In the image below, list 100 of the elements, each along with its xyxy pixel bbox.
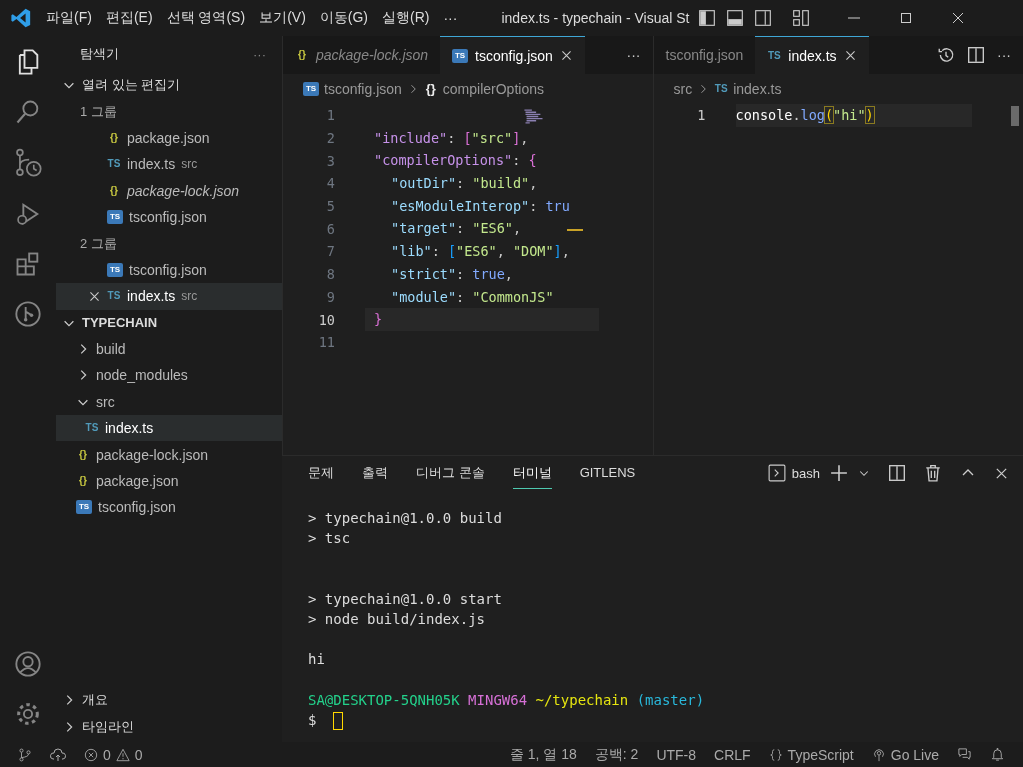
menu-item[interactable]: 선택 영역(S) — [166, 9, 246, 27]
open-editors-header[interactable]: 열려 있는 편집기 — [56, 72, 282, 99]
folder-item[interactable]: node_modules — [56, 362, 282, 389]
source-control-icon[interactable] — [13, 148, 43, 178]
code-line: "strict": true, — [390, 264, 513, 284]
open-editor-item[interactable]: {} package.json — [56, 124, 282, 152]
folder-item[interactable]: src — [56, 388, 282, 416]
editor-tab[interactable]: TS index.ts — [755, 36, 869, 74]
line-number: 5 — [325, 198, 336, 215]
add-icon[interactable] — [830, 464, 848, 482]
panel-toggle-icon[interactable] — [725, 9, 744, 27]
broadcast-icon — [871, 747, 886, 762]
open-editor-item[interactable]: {} package-lock.json — [56, 177, 282, 204]
account-icon[interactable] — [14, 650, 42, 678]
line-number: 4 — [325, 175, 336, 192]
feedback-icon[interactable] — [957, 747, 972, 762]
breadcrumb-icon: TS — [303, 82, 319, 96]
section-header[interactable]: 타임라인 — [56, 713, 282, 740]
layout-icon[interactable] — [791, 9, 810, 27]
settings-icon[interactable] — [14, 700, 42, 728]
line-number: 11 — [317, 334, 336, 351]
prompt-text: SA@DESKTOP-5QNH05K — [308, 691, 460, 708]
folder-item[interactable]: build — [56, 335, 282, 363]
file-item[interactable]: TS index.ts — [56, 415, 282, 442]
file-item[interactable]: {} package-lock.json — [56, 441, 282, 468]
section-header[interactable]: 개요 — [56, 687, 282, 714]
status-item[interactable]: CRLF — [714, 746, 751, 763]
problems-status[interactable]: 0 0 — [84, 746, 143, 763]
status-item[interactable]: 공백: 2 — [594, 745, 639, 764]
panel-tab[interactable]: 터미널 — [512, 457, 552, 489]
prompt-text: MINGW64 — [468, 691, 528, 708]
branch-icon[interactable] — [18, 747, 32, 762]
line-number: 1 — [325, 107, 336, 124]
file-item[interactable]: {} package.json — [56, 467, 282, 495]
cloud-upload-icon[interactable] — [50, 746, 66, 763]
close-icon[interactable] — [559, 49, 573, 62]
line-number: 9 — [325, 288, 336, 305]
prompt-text: (master) — [636, 691, 705, 708]
file-item[interactable]: TS tsconfig.json — [56, 494, 282, 521]
minimap-drawing — [523, 108, 545, 125]
editor-tab[interactable]: {} package-lock.json — [283, 36, 441, 74]
code-line: "target": "ES6", — [390, 219, 522, 239]
line-number: 6 — [325, 220, 336, 237]
split-layout-icon[interactable] — [753, 9, 772, 27]
bell-icon[interactable] — [990, 747, 1005, 762]
editor-tab[interactable]: tsconfig.json — [653, 36, 756, 74]
open-editor-item[interactable]: TS tsconfig.json — [56, 256, 282, 284]
project-header[interactable]: TYPECHAIN — [56, 309, 282, 336]
line-number: 10 — [317, 311, 336, 328]
overview-marker — [567, 229, 583, 231]
open-editor-item[interactable]: TS tsconfig.json — [56, 203, 282, 231]
menu-item[interactable]: 이동(G) — [319, 9, 368, 27]
status-item[interactable]: 줄 1, 열 18 — [509, 745, 577, 764]
language-mode[interactable]: TypeScript — [768, 746, 854, 763]
breadcrumb[interactable]: index.ts — [733, 81, 782, 97]
terminal-line: > typechain@1.0.0 build — [308, 509, 503, 528]
breadcrumb-icon: {} — [423, 82, 438, 96]
menu-item[interactable]: 편집(E) — [105, 9, 153, 27]
menu-item[interactable]: 보기(V) — [259, 9, 306, 27]
editor-tab[interactable]: TS tsconfig.json — [440, 36, 585, 74]
app-logo-icon — [10, 7, 32, 29]
close-icon[interactable] — [843, 49, 857, 62]
menu-item[interactable]: ··· — [443, 10, 458, 26]
prompt-text: ~/typechain — [535, 691, 629, 708]
go-live-button[interactable]: Go Live — [871, 746, 939, 763]
scrollbar[interactable] — [1011, 106, 1019, 126]
breadcrumb[interactable]: compilerOptions — [442, 81, 544, 97]
open-editor-item[interactable]: TS index.ts src — [56, 151, 282, 178]
panel-tab[interactable]: GITLENS — [579, 459, 636, 487]
braces-icon — [768, 747, 783, 762]
close-icon[interactable] — [88, 289, 101, 303]
split-terminal-icon[interactable] — [888, 464, 906, 482]
git-graph-icon[interactable] — [14, 300, 42, 328]
panel-tab[interactable]: 문제 — [308, 457, 334, 489]
sidebar-toggle-icon[interactable] — [697, 9, 716, 27]
breadcrumb[interactable]: src — [673, 81, 693, 97]
sidebar-title: 탐색기 — [80, 45, 119, 63]
code-line: "esModuleInterop": tru — [390, 196, 570, 216]
terminal-line: > node build/index.js — [308, 609, 486, 629]
trash-icon[interactable] — [924, 464, 942, 482]
breadcrumb[interactable]: tsconfig.json — [324, 81, 402, 97]
panel-tab[interactable]: 디버그 콘솔 — [416, 457, 485, 489]
menu-item[interactable]: 파일(F) — [46, 9, 92, 27]
code-line: "outDir": "build", — [390, 174, 538, 194]
more-actions-button[interactable]: ··· — [253, 46, 266, 62]
status-item[interactable]: UTF-8 — [656, 746, 697, 763]
window-title: index.ts - typechain - Visual St — [501, 10, 690, 26]
menu-item[interactable]: 실행(R) — [382, 9, 430, 27]
open-editor-item[interactable]: TS index.ts src — [56, 283, 282, 310]
split-editor-icon[interactable] — [967, 46, 985, 64]
more-actions-button[interactable]: ··· — [626, 47, 641, 63]
line-number: 7 — [325, 243, 336, 260]
more-actions-button[interactable]: ··· — [997, 47, 1011, 63]
terminal-cursor — [332, 711, 343, 730]
terminal-selector[interactable]: bash — [767, 464, 820, 482]
history-icon[interactable] — [937, 46, 955, 64]
error-icon — [84, 747, 98, 762]
panel-tab[interactable]: 출력 — [362, 457, 388, 489]
code-line: "lib": ["ES6", "DOM"], — [390, 242, 570, 262]
code-line: "module": "CommonJS" — [390, 287, 554, 307]
